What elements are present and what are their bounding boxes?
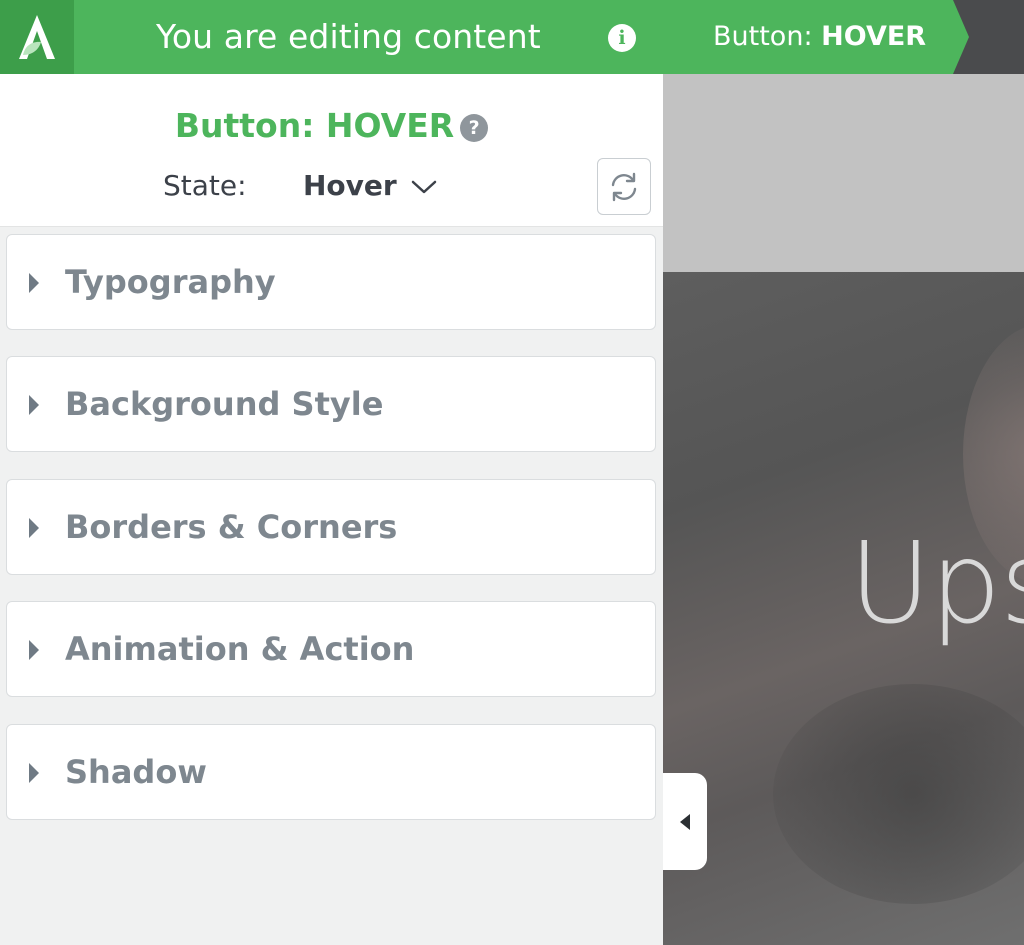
section-background-style[interactable]: Background Style [6,356,656,452]
preview-hero-text: Ups [849,519,1024,649]
help-icon[interactable]: ? [460,114,489,142]
state-dropdown[interactable]: Hover [303,169,397,202]
editing-banner-text: You are editing content [156,17,541,56]
caret-right-icon [29,640,39,660]
caret-right-icon [29,273,39,293]
section-shadow[interactable]: Shadow [6,724,656,820]
caret-right-icon [29,395,39,415]
collapse-panel-button[interactable] [663,773,707,870]
breadcrumb[interactable]: Button: HOVER [663,0,969,74]
caret-right-icon [29,763,39,783]
page-preview: Ups [663,74,1024,945]
edit-panel: Button: HOVER? State: Hover Typography B… [0,74,663,945]
app-logo[interactable] [0,0,74,74]
breadcrumb-state: HOVER [821,21,927,52]
refresh-icon [611,172,637,201]
chevron-down-icon[interactable] [410,178,438,196]
caret-right-icon [29,518,39,538]
section-label: Typography [65,263,276,301]
top-bar: You are editing content i Button: HOVER [0,0,1024,74]
reset-state-button[interactable] [597,158,651,215]
caret-left-icon [680,813,690,830]
logo-icon [19,15,55,59]
section-label: Shadow [65,753,207,791]
panel-title: Button: HOVER? [0,105,663,147]
state-label: State: [163,169,247,202]
breadcrumb-prefix: Button: [713,21,822,52]
panel-title-text: Button: HOVER [174,106,455,145]
section-borders-corners[interactable]: Borders & Corners [6,479,656,575]
section-label: Borders & Corners [65,508,398,546]
editing-banner: You are editing content i [74,0,663,74]
section-label: Animation & Action [65,630,415,668]
info-icon[interactable]: i [608,24,636,52]
section-animation-action[interactable]: Animation & Action [6,601,656,697]
panel-header: Button: HOVER? State: Hover [0,74,663,227]
breadcrumb-text: Button: HOVER [713,0,926,74]
section-typography[interactable]: Typography [6,234,656,330]
section-label: Background Style [65,385,384,423]
